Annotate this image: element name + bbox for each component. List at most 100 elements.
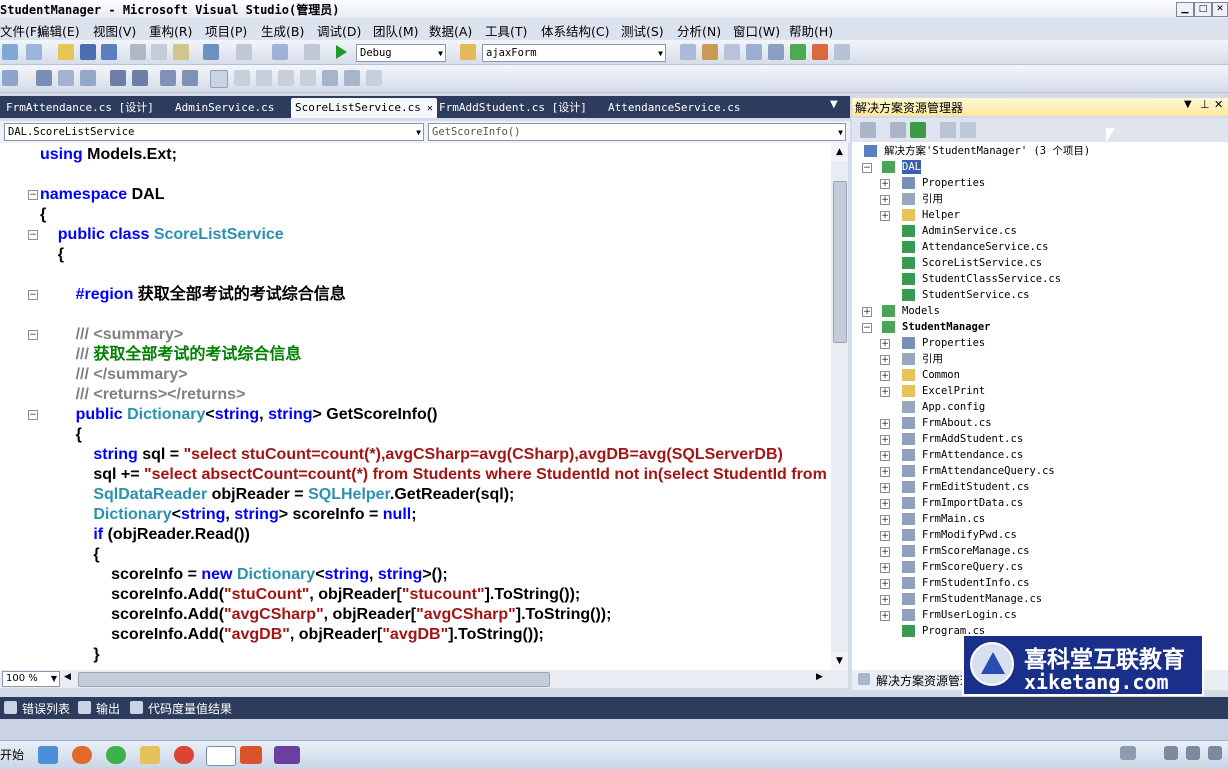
menu-item[interactable]: 数据(A) [429,21,472,40]
add-item-icon[interactable] [26,44,42,60]
view-code-icon[interactable] [940,122,956,138]
close-window-button[interactable]: ✕ [1212,2,1228,17]
view-class-diagram-icon[interactable] [960,122,976,138]
menu-item[interactable]: 体系结构(C) [541,21,609,40]
expand-icon[interactable]: + [880,435,890,445]
save-all-icon[interactable] [101,44,117,60]
start-debugging-icon[interactable] [336,45,347,59]
solution-tree-item[interactable]: FrmScoreQuery.cs [922,560,1023,574]
menu-item[interactable]: 编辑(E) [37,21,80,40]
solution-tree-item[interactable]: FrmUserLogin.cs [922,608,1017,622]
solution-tree-item[interactable]: ExcelPrint [922,384,985,398]
uncomment-lines-icon[interactable] [182,70,198,86]
scroll-up-icon[interactable]: ▲ [831,143,848,161]
vertical-scroll-thumb[interactable] [833,181,847,343]
indent-icon[interactable] [132,70,148,86]
menu-item[interactable]: 测试(S) [621,21,664,40]
bottom-tab[interactable]: 错误列表 [22,700,70,717]
bookmark-icon[interactable] [210,70,228,88]
expand-icon[interactable]: + [880,547,890,557]
solution-tree-item[interactable]: FrmAbout.cs [922,416,992,430]
scroll-down-icon[interactable]: ▼ [831,652,848,670]
comment-lines-icon[interactable] [160,70,176,86]
solution-tree-item[interactable]: FrmModifyPwd.cs [922,528,1017,542]
clear-bookmarks-icon[interactable] [366,70,382,86]
menu-item[interactable]: 团队(M) [373,21,419,40]
solution-tree-item[interactable]: StudentClassService.cs [922,272,1061,286]
solution-tree-item[interactable]: Properties [922,176,985,190]
solution-tree-item[interactable]: FrmStudentManage.cs [922,592,1042,606]
find-in-files-icon[interactable] [460,44,476,60]
solution-tree-item[interactable]: ScoreListService.cs [922,256,1042,270]
paste-icon[interactable] [173,44,189,60]
expand-icon[interactable]: + [880,387,890,397]
solution-tree-item[interactable]: 引用 [922,192,943,206]
show-desktop-icon[interactable] [38,746,58,764]
powerpoint-icon[interactable] [240,746,262,764]
solution-tree-item[interactable]: App.config [922,400,985,414]
code-editor[interactable]: using Models.Ext; − namespace DAL{− public… [0,143,831,670]
collapse-icon[interactable]: − [862,323,872,333]
window-position-icon[interactable]: ▼ [1184,99,1192,110]
volume-icon[interactable] [1186,746,1200,760]
solution-tree-item[interactable]: StudentService.cs [922,288,1029,302]
minimize-button[interactable]: ▁ [1176,2,1194,17]
find-combo[interactable]: ajaxForm ▼ [482,44,666,62]
menu-item[interactable]: 帮助(H) [789,21,833,40]
solution-tree-item[interactable]: FrmImportData.cs [922,496,1023,510]
outline-toggle-icon[interactable]: − [28,290,38,300]
menu-item[interactable]: 分析(N) [677,21,721,40]
complete-word-icon[interactable] [80,70,96,86]
bottom-tab[interactable]: 代码度量值结果 [148,700,232,717]
save-icon[interactable] [80,44,96,60]
next-bookmark-icon[interactable] [256,70,272,86]
redo-icon[interactable] [236,44,252,60]
outdent-icon[interactable] [110,70,126,86]
expand-icon[interactable]: + [880,595,890,605]
properties-window-icon[interactable] [724,44,740,60]
auto-hide-pin-icon[interactable]: ⊥ [1200,98,1210,111]
expand-icon[interactable]: + [880,499,890,509]
expand-icon[interactable]: + [880,195,890,205]
find-results-icon[interactable] [680,44,696,60]
quick-info-icon[interactable] [58,70,74,86]
solution-tree-item[interactable]: 引用 [922,352,943,366]
outline-toggle-icon[interactable]: − [28,330,38,340]
chrome-icon[interactable] [174,746,194,764]
menu-item[interactable]: 视图(V) [93,21,136,40]
start-page-icon[interactable] [790,44,806,60]
properties-icon[interactable] [860,122,876,138]
outline-toggle-icon[interactable]: − [28,410,38,420]
network-icon[interactable] [1164,746,1178,760]
solution-tree-item[interactable]: AdminService.cs [922,224,1017,238]
zoom-combo[interactable]: 100 % ▼ [2,671,60,687]
editor-vertical-scrollbar[interactable]: ▲ ▼ [831,143,848,670]
editor-horizontal-scrollbar[interactable]: 100 % ▼ ◀ ▶ [0,670,848,688]
extension-manager-icon[interactable] [812,44,828,60]
tab-document[interactable]: ScoreListService.cs ✕ [291,98,437,118]
solution-tree-item[interactable]: FrmEditStudent.cs [922,480,1029,494]
keyboard-icon[interactable] [1120,746,1136,760]
outline-toggle-icon[interactable]: − [28,230,38,240]
scroll-left-icon[interactable]: ◀ [64,672,71,682]
explorer-icon[interactable] [140,746,160,764]
solution-tree-item[interactable]: DAL [902,160,921,174]
solution-tree-item[interactable]: Properties [922,336,985,350]
object-browser-icon[interactable] [746,44,762,60]
expand-icon[interactable]: + [880,467,890,477]
command-window-icon[interactable] [834,44,850,60]
browser-icon[interactable] [106,746,126,764]
prev-bookmark-folder-icon[interactable] [278,70,294,86]
menu-item[interactable]: 文件(F) [0,21,42,40]
next-bookmark-folder-icon[interactable] [300,70,316,86]
solution-tree-item[interactable]: FrmMain.cs [922,512,985,526]
menu-item[interactable]: 重构(R) [149,21,192,40]
start-button[interactable]: 开始 [0,746,24,763]
toolbox-icon[interactable] [768,44,784,60]
scroll-right-icon[interactable]: ▶ [816,672,823,682]
solution-tree-item[interactable]: FrmAddStudent.cs [922,432,1023,446]
tab-document[interactable]: FrmAttendance.cs [设计] [2,98,158,118]
recorder-icon[interactable] [206,746,236,766]
visual-studio-icon[interactable] [274,746,300,764]
bottom-tab[interactable]: 输出 [96,700,120,717]
